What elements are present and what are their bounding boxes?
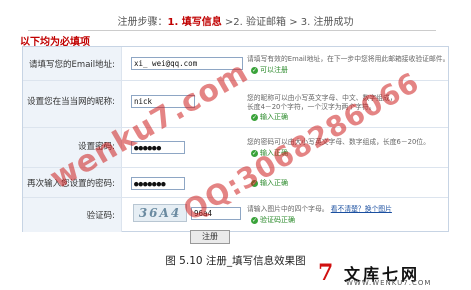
email-label-cell: 请填写您的Email地址: bbox=[23, 47, 122, 80]
check-icon: ✓ bbox=[251, 113, 258, 121]
nickname-status: ✓ 输入正确 bbox=[251, 112, 288, 122]
captcha-image: 36A4 bbox=[133, 204, 187, 222]
step-separator: > bbox=[286, 17, 301, 28]
captcha-label: 验证码: bbox=[86, 211, 115, 221]
logo-url: WWW.WENKU7.COM bbox=[346, 279, 432, 287]
captcha-hint: 请输入图片中的四个字母。 看不清楚？换个图片 bbox=[247, 205, 392, 214]
registration-steps: 注册步骤：1. 填写信息 >2. 验证邮箱 > 3. 注册成功 bbox=[0, 13, 471, 28]
step-verify-email: 2. 验证邮箱 bbox=[233, 17, 287, 28]
email-status-text: 可以注册 bbox=[260, 66, 288, 74]
logo-mark: 7 bbox=[318, 260, 334, 286]
confirm-password-field[interactable]: ●●●●●●● bbox=[131, 177, 185, 190]
check-icon: ✓ bbox=[251, 216, 258, 224]
nickname-label: 设置您在当当网的昵称: bbox=[27, 97, 115, 107]
register-button[interactable]: 注册 bbox=[190, 230, 230, 244]
step-separator: > bbox=[221, 17, 234, 28]
nickname-status-text: 输入正确 bbox=[260, 113, 288, 121]
captcha-status: ✓ 验证码正确 bbox=[251, 215, 295, 225]
check-icon: ✓ bbox=[251, 66, 258, 74]
divider bbox=[28, 30, 436, 31]
nickname-label-cell: 设置您在当当网的昵称: bbox=[23, 81, 122, 128]
captcha-hint-text: 请输入图片中的四个字母。 bbox=[247, 205, 329, 213]
email-label: 请填写您的Email地址: bbox=[29, 60, 115, 70]
email-status: ✓ 可以注册 bbox=[251, 65, 288, 75]
steps-label: 注册步骤： bbox=[117, 17, 168, 28]
step-fill-info: 1. 填写信息 bbox=[167, 17, 222, 28]
step-success: 3. 注册成功 bbox=[300, 17, 354, 28]
wenku7-logo: 7 文库七网 WWW.WENKU7.COM bbox=[318, 260, 468, 288]
email-hint: 请填写有效的Email地址，在下一步中您将用此邮箱接收验证邮件。 bbox=[247, 55, 450, 63]
captcha-status-text: 验证码正确 bbox=[260, 216, 295, 224]
refresh-captcha-link[interactable]: 看不清楚？换个图片 bbox=[331, 205, 392, 213]
captcha-label-cell: 验证码: bbox=[23, 198, 122, 232]
